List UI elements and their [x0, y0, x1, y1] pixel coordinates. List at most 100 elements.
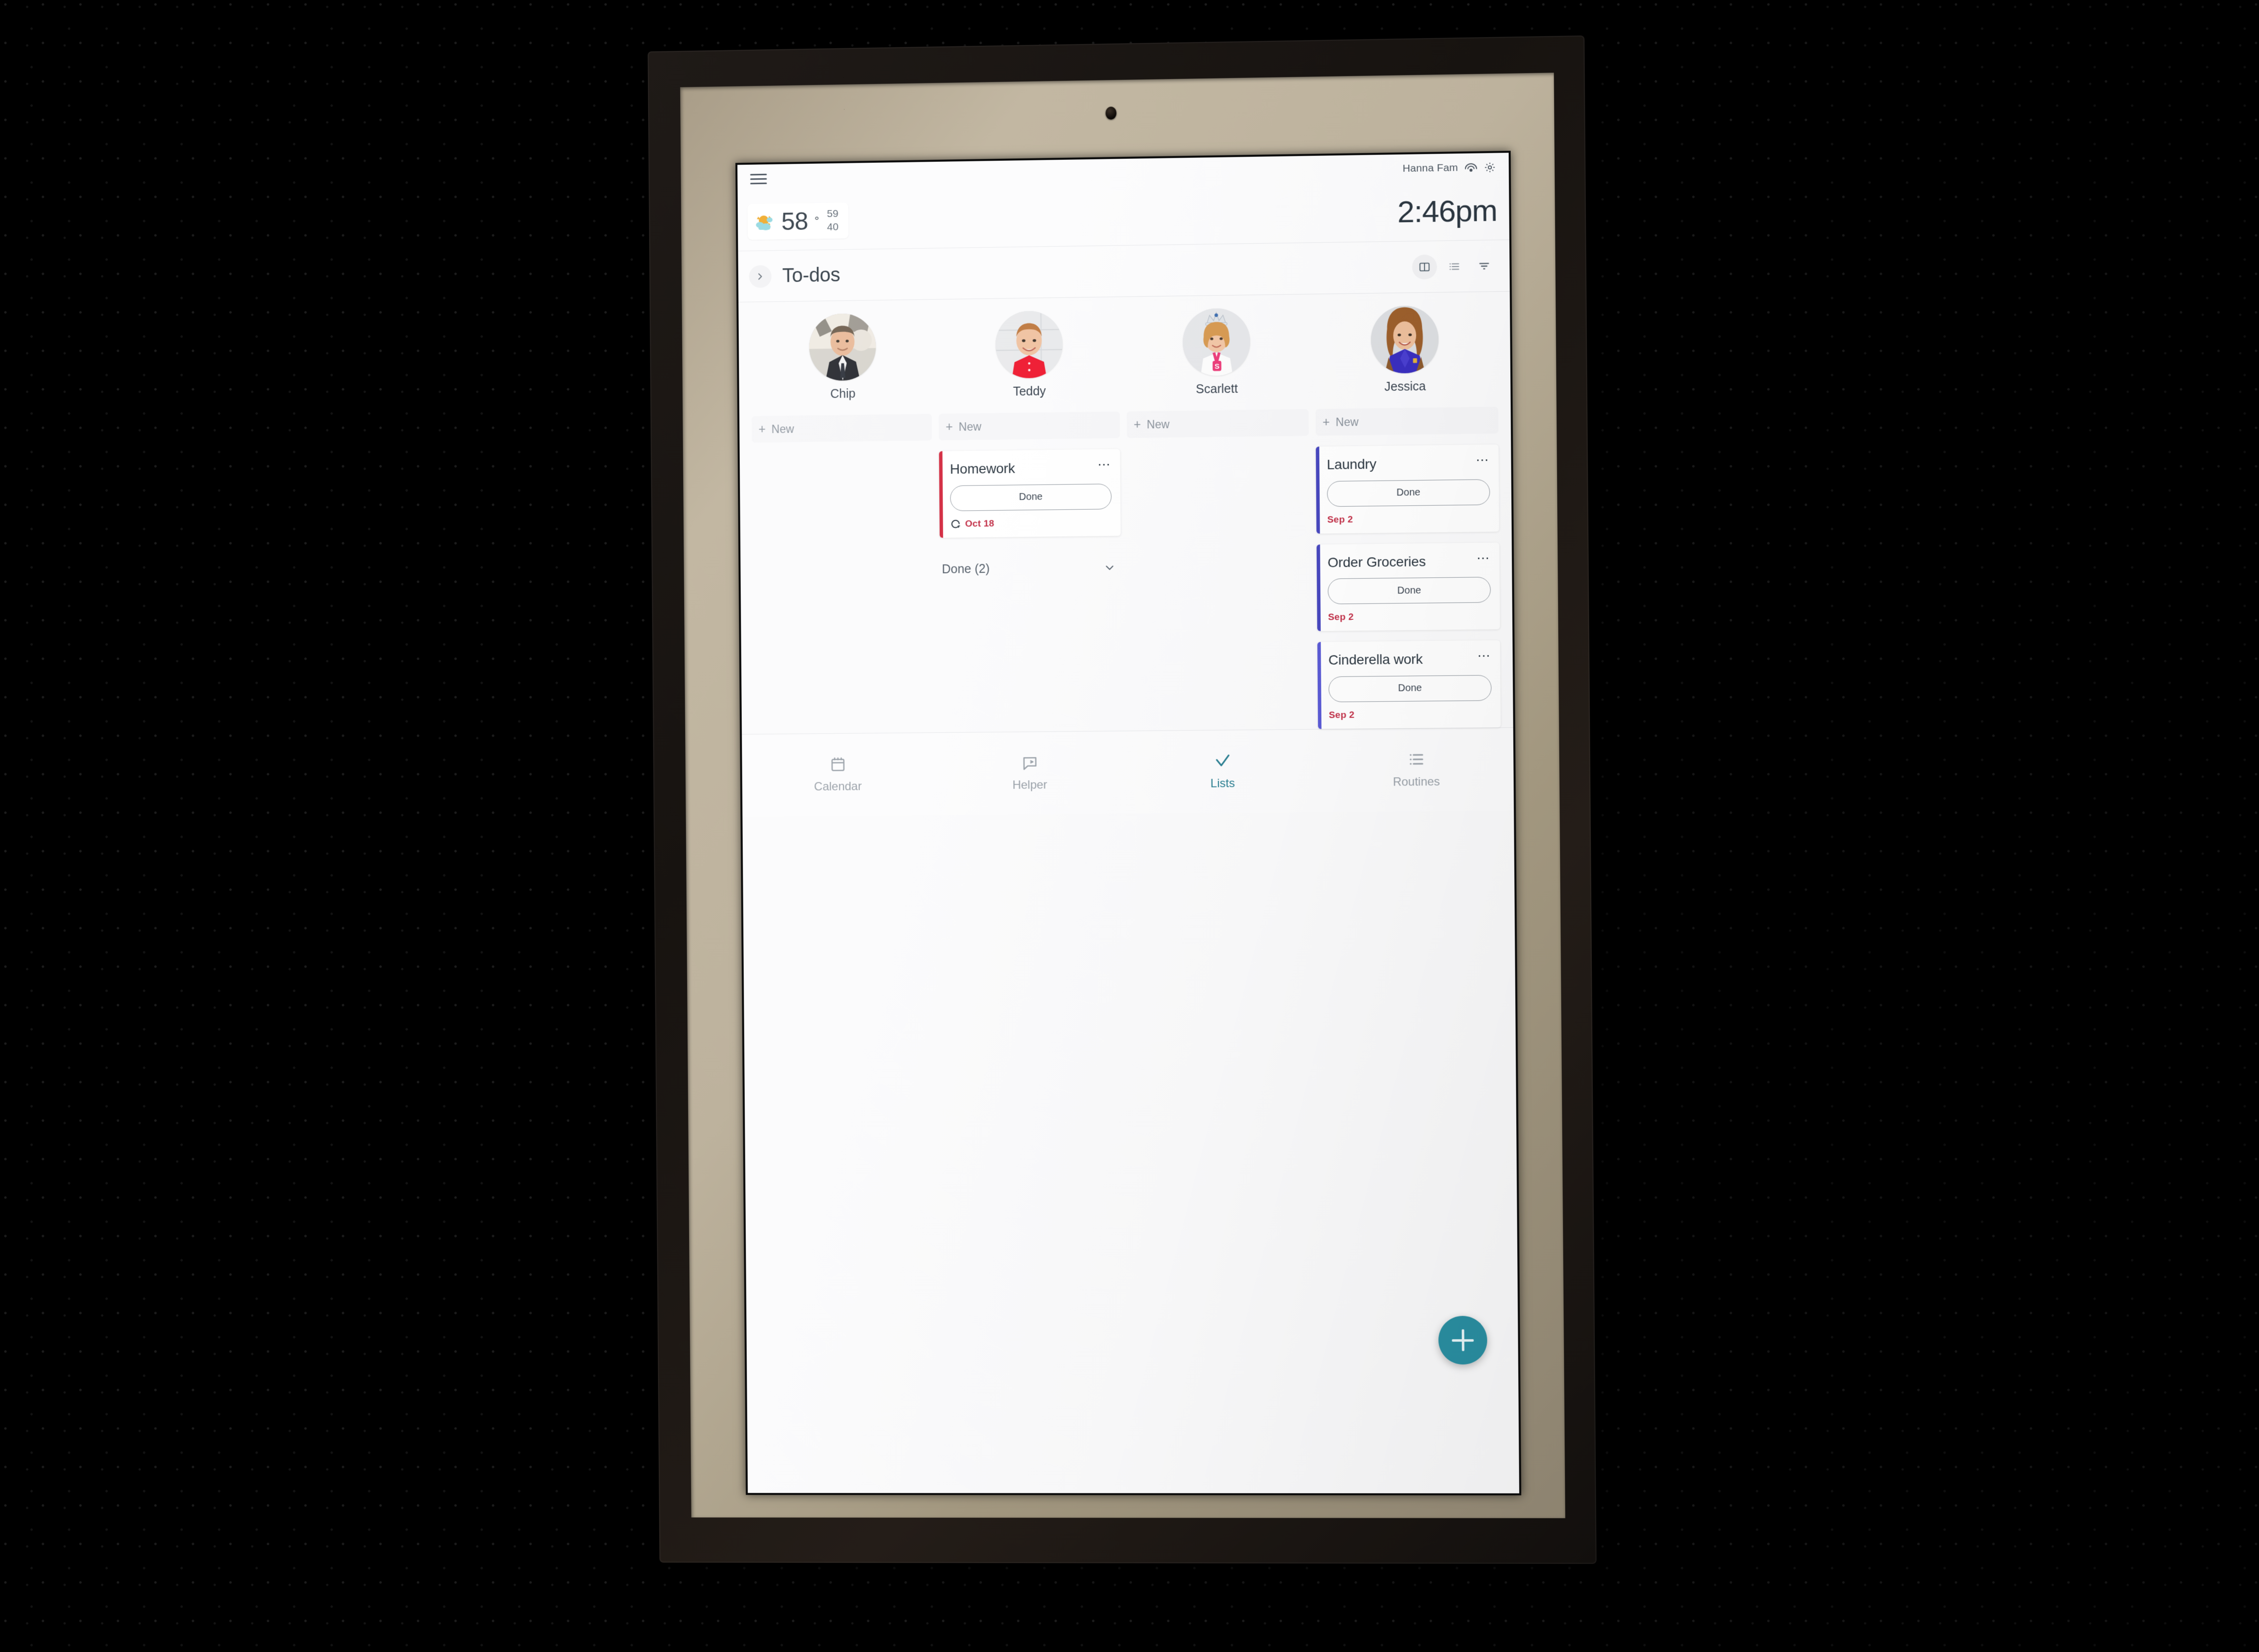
new-task-button[interactable]: + New	[1126, 409, 1309, 438]
new-task-label: New	[1336, 415, 1359, 429]
card-footer: Sep 2	[1327, 513, 1490, 526]
todo-board: + New + New Homework ⋯ Done Oct 18 Done …	[739, 395, 1513, 734]
task-due-date: Sep 2	[1327, 514, 1353, 525]
mark-done-button[interactable]: Done	[1328, 675, 1492, 702]
board-view-icon[interactable]	[1412, 254, 1437, 280]
task-due-date: Oct 18	[965, 518, 995, 529]
plus-glyph: +	[1133, 417, 1141, 432]
nav-label: Routines	[1393, 775, 1440, 789]
mark-done-button[interactable]: Done	[1327, 479, 1490, 507]
picture-frame-bezel: Hanna Fam 58 ° 59 40 2:46pm To-dos Chip …	[648, 35, 1597, 1564]
nav-calendar[interactable]: Calendar	[742, 754, 934, 794]
calendar-icon	[829, 755, 846, 773]
task-card[interactable]: Homework ⋯ Done Oct 18	[939, 449, 1121, 538]
card-accent-bar	[1315, 447, 1320, 534]
screen-bezel: Hanna Fam 58 ° 59 40 2:46pm To-dos Chip …	[735, 150, 1522, 1496]
nav-helper[interactable]: Helper	[933, 753, 1126, 793]
avatar	[809, 313, 877, 381]
task-title: Laundry	[1327, 456, 1377, 472]
page-title: To-dos	[782, 264, 841, 287]
wifi-icon	[1464, 163, 1477, 173]
weather-high-low: 59 40	[827, 208, 839, 234]
person-name: Jessica	[1384, 379, 1426, 394]
gear-icon[interactable]	[1484, 161, 1495, 173]
person-scarlett[interactable]: S Scarlett	[1122, 307, 1311, 398]
nav-label: Calendar	[814, 780, 862, 794]
task-card[interactable]: Order Groceries ⋯ Done Sep 2	[1316, 542, 1500, 632]
card-accent-bar	[1316, 544, 1321, 632]
mark-done-button[interactable]: Done	[950, 483, 1112, 511]
column-chip: + New	[748, 413, 938, 734]
mark-done-button[interactable]: Done	[1328, 577, 1491, 604]
degree-symbol: °	[814, 214, 819, 227]
wall-mounted-tablet: Hanna Fam 58 ° 59 40 2:46pm To-dos Chip …	[648, 35, 1612, 1584]
more-options-icon[interactable]: ⋯	[1476, 452, 1490, 467]
task-title: Cinderella work	[1328, 651, 1423, 668]
weather-low: 40	[827, 221, 839, 233]
nav-lists[interactable]: Lists	[1126, 751, 1319, 791]
family-name-label: Hanna Fam	[1402, 162, 1458, 175]
done-group-label: Done (2)	[942, 562, 990, 576]
task-due-date: Sep 2	[1329, 710, 1355, 721]
hamburger-menu-icon[interactable]	[750, 173, 767, 185]
new-task-button[interactable]: + New	[1315, 407, 1499, 436]
task-card[interactable]: Laundry ⋯ Done Sep 2	[1315, 444, 1499, 534]
view-tools	[1412, 253, 1497, 280]
card-header: Homework ⋯	[950, 457, 1111, 477]
task-card[interactable]: Cinderella work ⋯ Done Sep 2	[1317, 640, 1501, 729]
nav-label: Lists	[1210, 777, 1235, 790]
add-task-fab[interactable]	[1438, 1315, 1488, 1365]
filter-icon[interactable]	[1472, 253, 1497, 278]
nav-label: Helper	[1012, 778, 1047, 792]
new-task-button[interactable]: + New	[938, 411, 1120, 441]
person-chip[interactable]: Chip	[749, 312, 936, 402]
people-row: Chip Teddy S Scarlett Jessica	[738, 291, 1511, 406]
card-header: Laundry ⋯	[1327, 452, 1490, 473]
tablet-screen: Hanna Fam 58 ° 59 40 2:46pm To-dos Chip …	[737, 152, 1520, 1494]
chevron-down-icon[interactable]	[1103, 561, 1116, 574]
more-options-icon[interactable]: ⋯	[1477, 550, 1491, 565]
partly-cloudy-icon	[754, 212, 775, 231]
column-teddy: + New Homework ⋯ Done Oct 18 Done (2)	[935, 411, 1126, 732]
new-task-label: New	[771, 422, 794, 436]
chevron-right-icon[interactable]	[749, 264, 772, 288]
status-bar-right: Hanna Fam	[1403, 161, 1496, 175]
weather-temperature: 58	[781, 207, 808, 235]
done-group-toggle[interactable]: Done (2)	[940, 561, 1121, 577]
card-footer: Oct 18	[950, 517, 1111, 530]
avatar: S	[1183, 308, 1251, 376]
avatar	[995, 310, 1063, 379]
card-header: Order Groceries ⋯	[1327, 550, 1491, 570]
column-jessica: + New Laundry ⋯ Done Sep 2 Order Groceri…	[1312, 407, 1504, 729]
task-due-date: Sep 2	[1328, 612, 1354, 623]
person-name: Teddy	[1013, 384, 1046, 399]
plus-glyph: +	[945, 419, 953, 434]
check-icon	[1214, 752, 1231, 770]
repeat-icon	[950, 519, 960, 529]
card-header: Cinderella work ⋯	[1328, 648, 1491, 669]
helper-chat-icon	[1021, 754, 1038, 772]
card-footer: Sep 2	[1329, 709, 1492, 721]
person-name: Chip	[830, 386, 856, 401]
more-options-icon[interactable]: ⋯	[1477, 648, 1491, 663]
task-title: Homework	[950, 460, 1015, 477]
nav-routines[interactable]: Routines	[1319, 750, 1514, 790]
list-view-icon[interactable]	[1442, 254, 1467, 279]
column-scarlett: + New	[1123, 409, 1315, 731]
more-options-icon[interactable]: ⋯	[1098, 457, 1111, 472]
person-jessica[interactable]: Jessica	[1310, 304, 1500, 395]
svg-text:S: S	[1215, 363, 1220, 371]
plus-glyph: +	[1322, 415, 1330, 429]
person-teddy[interactable]: Teddy	[935, 310, 1123, 400]
weather-widget[interactable]: 58 ° 59 40	[747, 202, 848, 240]
card-footer: Sep 2	[1328, 611, 1491, 623]
bottom-navigation: Calendar Helper Lists Routines	[742, 727, 1514, 817]
list-icon	[1407, 751, 1425, 768]
new-task-button[interactable]: + New	[751, 413, 932, 443]
new-task-label: New	[958, 419, 982, 433]
task-title: Order Groceries	[1327, 553, 1426, 570]
plus-glyph: +	[758, 422, 766, 436]
weather-clock-bar: 58 ° 59 40 2:46pm	[737, 181, 1510, 252]
avatar	[1371, 305, 1439, 374]
weather-high: 59	[827, 208, 839, 220]
